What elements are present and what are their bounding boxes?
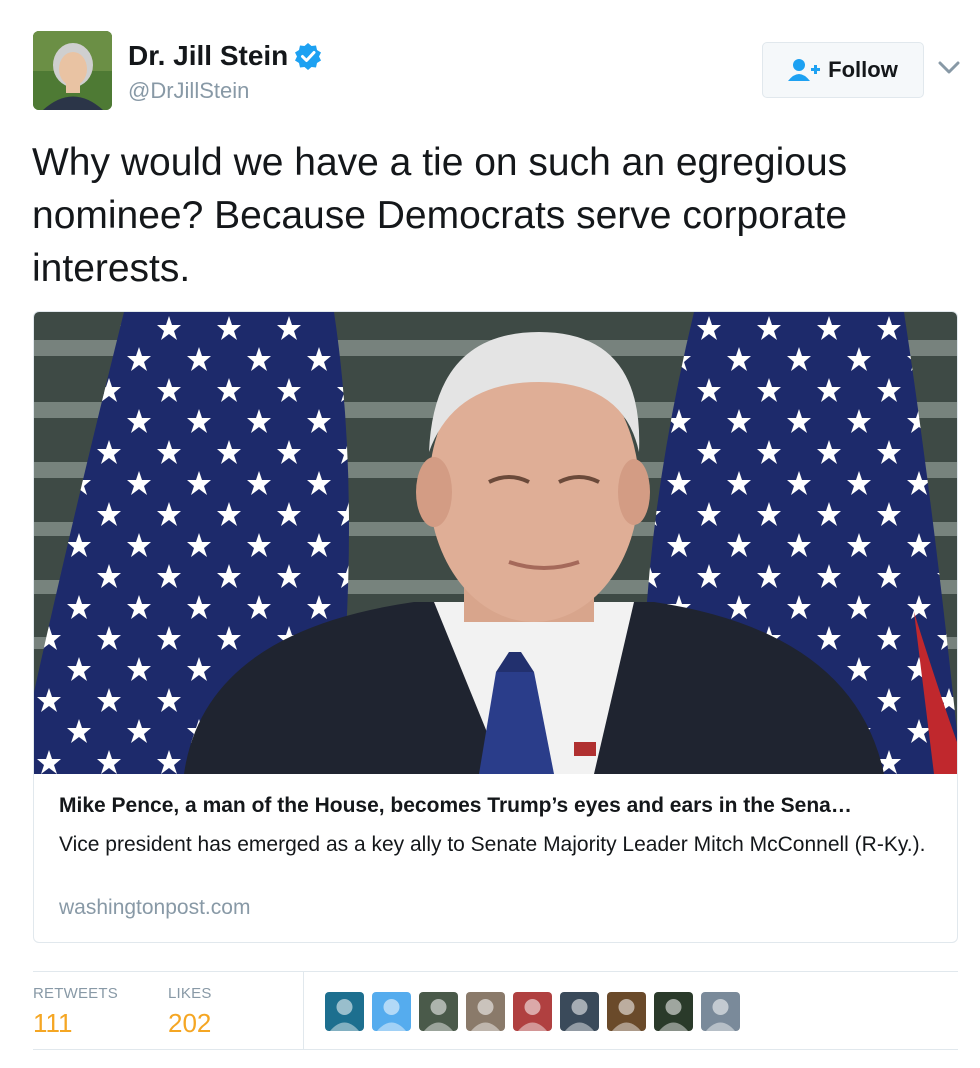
liker-avatar-3[interactable] [419,992,458,1031]
liker-avatar-9[interactable] [701,992,740,1031]
card-title: Mike Pence, a man of the House, becomes … [59,794,852,817]
follow-button-label: Follow [828,57,898,82]
tweet-text: Why would we have a tie on such an egreg… [32,141,848,290]
retweets-stat[interactable]: RETWEETS 111 [33,985,118,1039]
card-domain: washingtonpost.com [59,896,251,919]
retweets-count: 111 [33,1008,73,1038]
verified-badge-icon [294,42,322,70]
stats-divider-top [33,971,958,972]
likes-label: LIKES [168,985,212,1002]
liker-avatar-7[interactable] [607,992,646,1031]
author-handle[interactable]: @DrJillStein [128,78,249,104]
add-user-icon [788,59,821,81]
liker-avatar-2[interactable] [372,992,411,1031]
liker-avatar-8[interactable] [654,992,693,1031]
author-name-text: Dr. Jill Stein [128,40,289,71]
liker-avatar-5[interactable] [513,992,552,1031]
card-description: Vice president has emerged as a key ally… [59,833,926,856]
stats-divider-bottom [33,1049,958,1050]
stats-separator [303,972,304,1049]
author-name[interactable]: Dr. Jill Stein [128,40,322,72]
retweets-label: RETWEETS [33,985,118,1002]
likes-count: 202 [168,1008,212,1038]
link-card[interactable]: Mike Pence, a man of the House, becomes … [33,311,958,943]
liker-avatar-1[interactable] [325,992,364,1031]
article-photo [34,312,957,774]
liker-avatars [325,992,748,1031]
liker-avatar-4[interactable] [466,992,505,1031]
likes-stat[interactable]: LIKES 202 [168,985,212,1039]
follow-button[interactable]: Follow [762,42,924,98]
liker-avatar-6[interactable] [560,992,599,1031]
author-avatar[interactable] [33,31,112,110]
author-avatar-image [33,31,112,110]
chevron-down-icon[interactable] [938,60,960,76]
